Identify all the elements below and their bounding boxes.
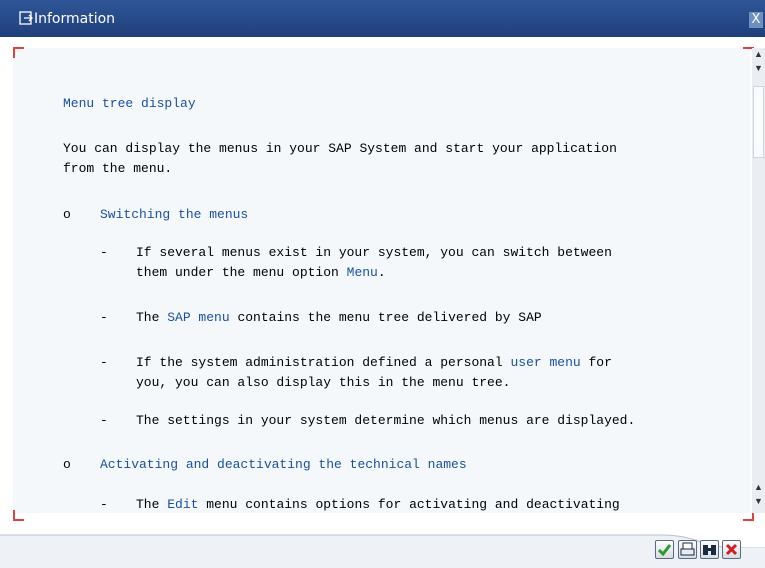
list-item-text: The SAP menu contains the menu tree deli…	[136, 310, 542, 325]
list-dash: -	[100, 413, 108, 428]
cancel-button[interactable]	[722, 540, 741, 559]
list-dash: -	[100, 245, 108, 260]
list-item-text: The settings in your system determine wh…	[136, 413, 636, 428]
list-item-text: The Edit menu contains options for activ…	[136, 497, 620, 512]
footer-curve	[0, 523, 765, 548]
window-title: Information	[34, 11, 116, 27]
list-dash: -	[100, 497, 108, 512]
cancel-icon	[725, 543, 738, 556]
list-dash: -	[100, 355, 108, 370]
section-title-switching-menus[interactable]: Switching the menus	[100, 207, 248, 223]
continue-button[interactable]	[655, 540, 674, 559]
sap-menu-link[interactable]: SAP menu	[167, 310, 229, 325]
menu-link[interactable]: Menu	[347, 265, 378, 280]
help-heading[interactable]: Menu tree display	[63, 96, 196, 112]
section-bullet: o	[63, 457, 71, 472]
scroll-thumb[interactable]	[753, 86, 764, 158]
list-item-text: If several menus exist in your system, y…	[136, 245, 612, 260]
intro-line-2: from the menu.	[63, 161, 173, 176]
focus-corner	[13, 510, 24, 521]
list-item-text: them under the menu option Menu.	[136, 265, 386, 280]
find-button[interactable]	[700, 540, 719, 559]
close-icon: X	[751, 12, 761, 27]
scroll-up-bottom-icon[interactable]: ▲	[752, 481, 765, 493]
section-title-technical-names[interactable]: Activating and deactivating the technica…	[100, 457, 467, 473]
window-icon	[19, 11, 33, 25]
intro-line-1: You can display the menus in your SAP Sy…	[63, 141, 617, 156]
find-icon	[703, 545, 716, 555]
checkmark-icon	[657, 544, 672, 557]
list-item-text: If the system administration defined a p…	[136, 355, 612, 370]
edit-link[interactable]: Edit	[167, 497, 198, 512]
focus-corner	[13, 47, 24, 58]
list-item-text: you, you can also display this in the me…	[136, 375, 511, 390]
scroll-down-bottom-icon[interactable]: ▼	[752, 495, 765, 507]
print-icon	[680, 542, 695, 556]
vertical-scrollbar[interactable]: ▲ ▼ ▲ ▼	[752, 48, 765, 513]
scroll-up-icon[interactable]: ▲	[752, 48, 765, 60]
close-button[interactable]: X	[749, 12, 763, 28]
title-bar: Information X	[0, 0, 765, 37]
section-bullet: o	[63, 207, 71, 222]
user-menu-link[interactable]: user menu	[510, 355, 580, 370]
print-button[interactable]	[678, 540, 697, 559]
list-dash: -	[100, 310, 108, 325]
scroll-down-icon[interactable]: ▼	[752, 62, 765, 74]
